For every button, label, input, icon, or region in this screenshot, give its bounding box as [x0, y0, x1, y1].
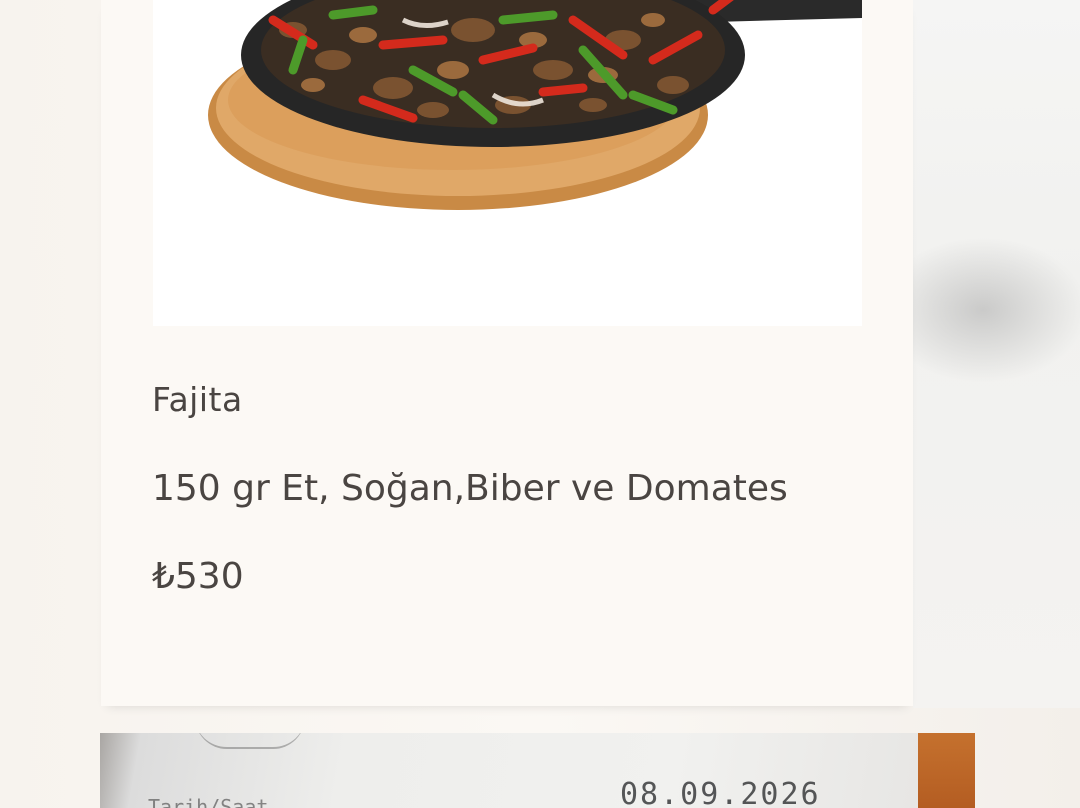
menu-item-card[interactable]: Fajita 150 gr Et, Soğan,Biber ve Domates… — [101, 0, 913, 706]
menu-item-name: Fajita — [152, 380, 243, 419]
menu-item-description: 150 gr Et, Soğan,Biber ve Domates — [152, 468, 788, 509]
menu-item-photo — [153, 0, 862, 326]
receipt-date-time: 08.09.2026 13:10 — [620, 777, 821, 808]
screen: Fajita 150 gr Et, Soğan,Biber ve Domates… — [0, 0, 1080, 808]
menu-item-price: ₺530 — [152, 556, 244, 597]
receipt-paper: Tarih/Saat 08.09.2026 13:10 — [100, 733, 918, 808]
blurred-background — [913, 0, 1080, 708]
wooden-table-edge — [918, 733, 975, 808]
receipt-stamp-mark — [195, 733, 305, 749]
receipt-label: Tarih/Saat — [148, 795, 269, 808]
fajita-skillet-photo — [208, 0, 862, 210]
receipt-photo: Tarih/Saat 08.09.2026 13:10 — [100, 733, 975, 808]
